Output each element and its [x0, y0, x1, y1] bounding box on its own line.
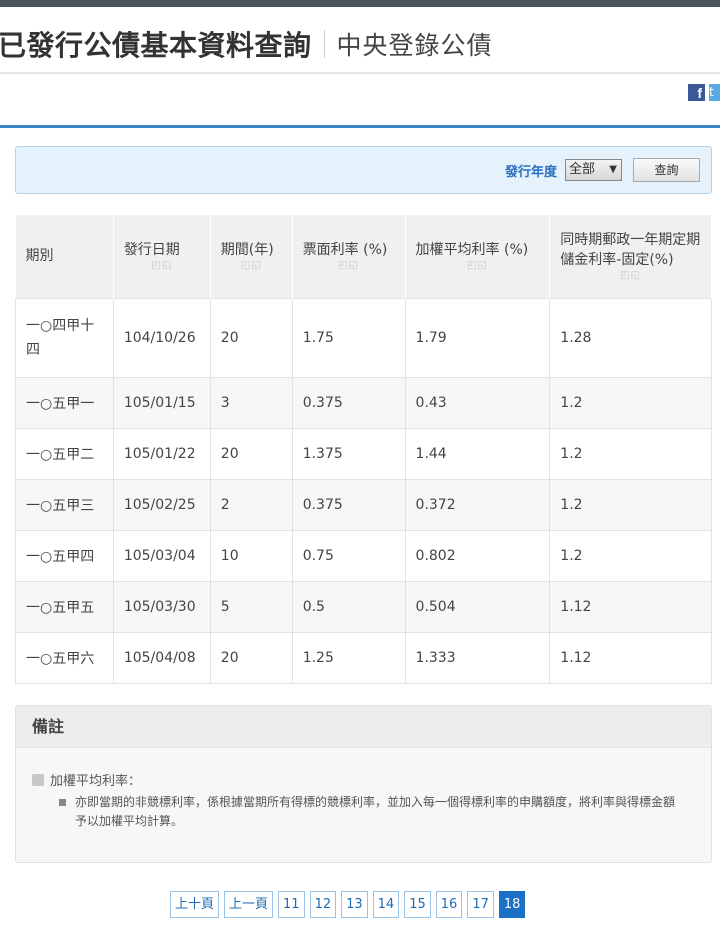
section-divider — [0, 125, 720, 128]
sort-icon[interactable]: ◰◱ — [221, 260, 282, 272]
col-header-coupon-rate[interactable]: 票面利率 (%) ◰◱ — [292, 215, 406, 298]
cell-issue-date: 105/02/25 — [112, 478, 211, 531]
facebook-icon[interactable]: f — [688, 84, 705, 101]
filter-panel: 發行年度 全部 ▼ 查詢 — [15, 146, 712, 194]
dropdown-arrow-icon: ▼ — [609, 164, 617, 175]
cell-issue-date: 105/03/30 — [112, 580, 211, 633]
cell-term: 5 — [209, 580, 293, 633]
bond-table: 期別 發行日期 ◰◱ 期間(年) ◰◱ 票面利率 (%) ◰◱ 加權平均利率 (%) ◰… — [15, 215, 712, 684]
title-underline — [0, 72, 720, 74]
table-row: 一○五甲二 105/01/22 20 1.375 1.44 1.2 — [15, 427, 712, 480]
cell-postal-rate: 1.2 — [549, 478, 712, 531]
cell-coupon-rate: 0.5 — [291, 580, 406, 633]
cell-period: 一○五甲二 — [15, 427, 114, 480]
prev-ten-pages-button[interactable]: 上十頁 — [170, 891, 220, 918]
note-detail-text: 亦即當期的非競標利率，係根據當期所有得標的競標利率，並加入每一個得標利率的申購額… — [75, 795, 676, 828]
cell-coupon-rate: 0.375 — [291, 478, 406, 531]
sort-icon[interactable]: ◰◱ — [560, 270, 701, 282]
cell-weighted-rate: 1.44 — [404, 427, 551, 480]
col-header-period[interactable]: 期別 — [15, 215, 114, 298]
page-link[interactable]: 14 — [372, 891, 400, 918]
square-bullet-icon — [32, 774, 44, 786]
sort-icon[interactable]: ◰◱ — [124, 260, 200, 272]
table-row: 一○四甲十四 104/10/26 20 1.75 1.79 1.28 — [15, 297, 712, 378]
cell-period: 一○五甲五 — [15, 580, 114, 633]
year-filter-label: 發行年度 — [505, 165, 558, 180]
page-link[interactable]: 13 — [341, 891, 368, 918]
cell-weighted-rate: 1.333 — [404, 631, 551, 684]
twitter-icon[interactable]: t — [709, 84, 720, 101]
cell-postal-rate: 1.2 — [549, 427, 712, 480]
page-title: 已發行公債基本資料查詢 — [0, 29, 312, 62]
cell-term: 20 — [209, 631, 293, 684]
cell-term: 2 — [209, 478, 293, 531]
note-item-label: 加權平均利率： — [50, 774, 142, 789]
cell-coupon-rate: 0.75 — [291, 529, 406, 582]
table-row: 一○五甲六 105/04/08 20 1.25 1.333 1.12 — [15, 631, 712, 684]
prev-page-button[interactable]: 上一頁 — [224, 891, 274, 918]
page-link[interactable]: 12 — [309, 891, 337, 918]
page-link-current[interactable]: 18 — [498, 891, 526, 918]
cell-weighted-rate: 0.802 — [404, 529, 551, 582]
top-bar — [0, 0, 720, 7]
query-button[interactable]: 查詢 — [633, 158, 700, 182]
col-header-postal-rate[interactable]: 同時期郵政一年期定期儲金利率-固定(%) ◰◱ — [549, 215, 712, 298]
col-header-issue-date[interactable]: 發行日期 ◰◱ — [113, 215, 211, 298]
small-square-bullet-icon — [59, 799, 66, 806]
cell-period: 一○五甲四 — [15, 529, 114, 582]
cell-period: 一○五甲一 — [15, 376, 114, 429]
table-row: 一○五甲五 105/03/30 5 0.5 0.504 1.12 — [15, 580, 712, 633]
cell-weighted-rate: 0.43 — [404, 376, 551, 429]
cell-weighted-rate: 1.79 — [404, 297, 551, 378]
sort-icon[interactable]: ◰◱ — [303, 260, 395, 272]
cell-period: 一○五甲六 — [15, 631, 114, 684]
note-item: 加權平均利率： — [32, 770, 141, 789]
cell-coupon-rate: 1.375 — [291, 427, 406, 480]
cell-coupon-rate: 1.75 — [291, 297, 406, 378]
cell-weighted-rate: 0.372 — [404, 478, 551, 531]
cell-issue-date: 104/10/26 — [112, 297, 211, 378]
page-header: 已發行公債基本資料查詢 中央登錄公債 — [0, 18, 720, 70]
cell-period: 一○五甲三 — [15, 478, 114, 531]
cell-period: 一○四甲十四 — [15, 297, 114, 378]
page-subtitle: 中央登錄公債 — [336, 31, 493, 60]
cell-postal-rate: 1.28 — [549, 297, 712, 378]
cell-postal-rate: 1.12 — [549, 580, 712, 633]
cell-issue-date: 105/03/04 — [112, 529, 211, 582]
title-divider — [323, 30, 325, 58]
cell-term: 20 — [209, 427, 293, 480]
cell-term: 3 — [209, 376, 293, 429]
cell-postal-rate: 1.2 — [549, 529, 712, 582]
note-detail: 亦即當期的非競標利率，係根據當期所有得標的競標利率，並加入每一個得標利率的申購額… — [59, 793, 679, 831]
cell-term: 20 — [209, 297, 293, 378]
cell-coupon-rate: 0.375 — [291, 376, 406, 429]
col-header-weighted-rate[interactable]: 加權平均利率 (%) ◰◱ — [405, 215, 551, 298]
sort-icon[interactable]: ◰◱ — [416, 260, 540, 272]
year-select[interactable]: 全部 ▼ — [565, 159, 622, 181]
pagination: 上十頁 上一頁 11 12 13 14 15 16 17 18 — [170, 891, 526, 918]
year-select-value: 全部 — [569, 162, 596, 177]
cell-postal-rate: 1.2 — [549, 376, 712, 429]
notes-panel: 備註 加權平均利率： 亦即當期的非競標利率，係根據當期所有得標的競標利率，並加入… — [15, 705, 712, 863]
social-share: f t — [688, 84, 720, 101]
notes-title: 備註 — [16, 706, 711, 748]
cell-coupon-rate: 1.25 — [291, 631, 406, 684]
page-link[interactable]: 11 — [278, 891, 305, 918]
cell-issue-date: 105/01/15 — [112, 376, 211, 429]
cell-postal-rate: 1.12 — [549, 631, 712, 684]
cell-term: 10 — [209, 529, 293, 582]
table-row: 一○五甲一 105/01/15 3 0.375 0.43 1.2 — [15, 376, 712, 429]
page-link[interactable]: 17 — [467, 891, 494, 918]
table-row: 一○五甲四 105/03/04 10 0.75 0.802 1.2 — [15, 529, 712, 582]
page-link[interactable]: 15 — [404, 891, 431, 918]
cell-issue-date: 105/01/22 — [112, 427, 211, 480]
table-header-row: 期別 發行日期 ◰◱ 期間(年) ◰◱ 票面利率 (%) ◰◱ 加權平均利率 (%) ◰… — [15, 215, 712, 298]
cell-issue-date: 105/04/08 — [112, 631, 211, 684]
cell-weighted-rate: 0.504 — [404, 580, 551, 633]
page-link[interactable]: 16 — [435, 891, 463, 918]
col-header-term[interactable]: 期間(年) ◰◱ — [210, 215, 293, 298]
table-row: 一○五甲三 105/02/25 2 0.375 0.372 1.2 — [15, 478, 712, 531]
